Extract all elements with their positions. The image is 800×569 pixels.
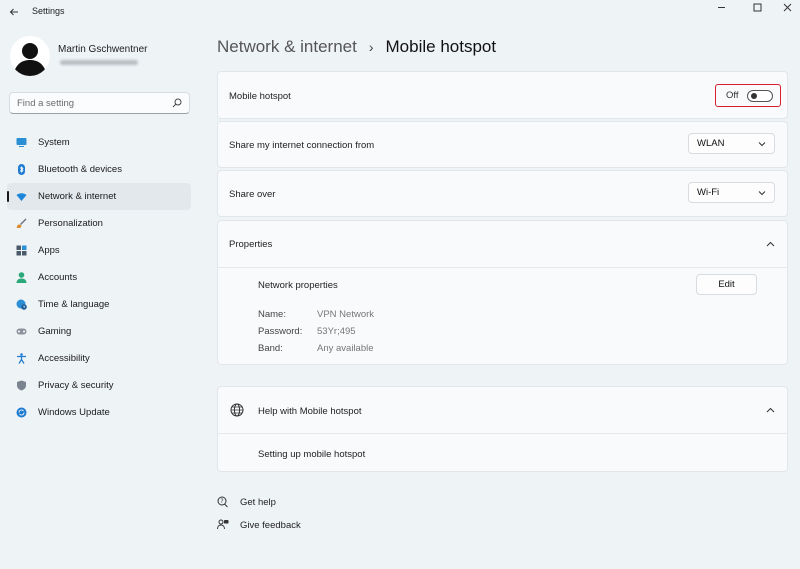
person-icon [16, 272, 27, 283]
network-properties-label: Network properties [258, 280, 338, 291]
hotspot-toggle-highlight[interactable]: Off [715, 84, 781, 107]
back-button[interactable] [6, 4, 22, 20]
close-icon [783, 3, 791, 11]
hotspot-toggle[interactable] [747, 90, 773, 102]
window-title: Settings [32, 6, 65, 16]
sidebar-item-system[interactable]: System [7, 129, 191, 156]
get-help-link[interactable]: ? Get help [217, 495, 276, 509]
svg-text:?: ? [220, 498, 223, 505]
sidebar-item-windows-update[interactable]: Windows Update [7, 399, 191, 426]
chevron-up-icon[interactable] [766, 240, 775, 249]
sidebar-item-privacy[interactable]: Privacy & security [7, 372, 191, 399]
properties-card: Properties Network properties Edit Name:… [217, 220, 788, 365]
sidebar-item-gaming[interactable]: Gaming [7, 318, 191, 345]
maximize-button[interactable] [740, 0, 774, 14]
help-title: Help with Mobile hotspot [258, 406, 362, 417]
close-button[interactable] [770, 0, 800, 14]
apps-icon [16, 245, 27, 256]
user-name: Martin Gschwentner [58, 44, 148, 55]
toggle-knob [751, 93, 757, 99]
share-over-card: Share over Wi-Fi [217, 170, 788, 217]
display-icon [16, 137, 27, 148]
sidebar-item-accessibility[interactable]: Accessibility [7, 345, 191, 372]
gamepad-icon [16, 326, 27, 337]
search-icon[interactable] [172, 98, 182, 108]
sidebar-item-label: Time & language [38, 299, 110, 310]
sidebar-item-label: Accessibility [38, 353, 90, 364]
maximize-icon [753, 3, 761, 11]
title-bar: Settings [0, 0, 800, 24]
properties-header[interactable]: Properties [218, 221, 787, 267]
search-placeholder: Find a setting [17, 97, 75, 109]
globe-clock-icon [16, 299, 27, 310]
minimize-button[interactable] [704, 0, 738, 14]
property-password-value: 53Yr;495 [317, 326, 356, 337]
sidebar-item-accounts[interactable]: Accounts [7, 264, 191, 291]
bluetooth-icon [16, 164, 27, 175]
property-name-value: VPN Network [317, 309, 375, 320]
shield-icon [16, 380, 27, 391]
sidebar-item-label: Gaming [38, 326, 72, 337]
sidebar-item-label: Accounts [38, 272, 78, 283]
chevron-up-icon[interactable] [766, 406, 775, 415]
hotspot-label: Mobile hotspot [229, 91, 291, 102]
minimize-icon [717, 6, 725, 8]
properties-title: Properties [229, 239, 273, 250]
help-header[interactable]: Help with Mobile hotspot [218, 387, 787, 433]
chevron-down-icon [758, 142, 766, 147]
user-silhouette-icon [10, 36, 50, 76]
breadcrumb-separator: › [368, 39, 374, 55]
arrow-left-icon [9, 8, 18, 16]
property-name-key: Name: [258, 309, 286, 320]
sidebar-item-apps[interactable]: Apps [7, 237, 191, 264]
accessibility-icon [16, 353, 27, 364]
user-email-blurred [60, 60, 138, 65]
give-feedback-link[interactable]: Give feedback [217, 518, 301, 532]
share-over-label: Share over [229, 189, 276, 200]
get-help-label: Get help [240, 496, 276, 508]
sidebar-item-label: Apps [38, 245, 60, 256]
chevron-down-icon [758, 191, 766, 196]
dropdown-value: WLAN [697, 138, 725, 149]
sidebar-item-label: System [38, 137, 70, 148]
share-from-label: Share my internet connection from [229, 140, 375, 151]
sidebar-item-label: Bluetooth & devices [38, 164, 122, 175]
sidebar-item-network[interactable]: Network & internet [7, 183, 191, 210]
sidebar-nav: System Bluetooth & devices Network & int… [7, 129, 191, 426]
share-over-dropdown[interactable]: Wi-Fi [688, 182, 775, 203]
give-feedback-label: Give feedback [240, 519, 301, 531]
update-icon [16, 407, 27, 418]
toggle-state-text: Off [726, 90, 739, 101]
wifi-icon [16, 191, 27, 202]
help-card: Help with Mobile hotspot Setting up mobi… [217, 386, 788, 472]
sidebar-item-label: Personalization [38, 218, 103, 229]
dropdown-value: Wi-Fi [697, 187, 720, 198]
divider [218, 433, 787, 434]
page-title: Mobile hotspot [385, 37, 497, 56]
sidebar-item-label: Windows Update [38, 407, 110, 418]
help-link[interactable]: Setting up mobile hotspot [258, 449, 365, 460]
share-from-dropdown[interactable]: WLAN [688, 133, 775, 154]
feedback-icon [217, 519, 229, 530]
sidebar-item-label: Network & internet [38, 191, 117, 202]
brush-icon [16, 218, 27, 229]
hotspot-card: Mobile hotspot Off [217, 71, 788, 119]
property-band-key: Band: [258, 343, 283, 354]
help-chat-icon: ? [217, 496, 228, 508]
share-from-card: Share my internet connection from WLAN [217, 121, 788, 168]
search-input[interactable]: Find a setting [9, 92, 190, 114]
property-password-key: Password: [258, 326, 303, 337]
sidebar-item-personalization[interactable]: Personalization [7, 210, 191, 237]
sidebar-item-time-language[interactable]: Time & language [7, 291, 191, 318]
edit-button[interactable]: Edit [696, 274, 757, 295]
divider [218, 267, 787, 268]
property-band-value: Any available [317, 343, 374, 354]
avatar[interactable] [10, 36, 50, 76]
breadcrumb: Network & internet › Mobile hotspot [217, 36, 496, 58]
globe-icon [230, 403, 244, 417]
sidebar-item-label: Privacy & security [38, 380, 114, 391]
sidebar-item-bluetooth[interactable]: Bluetooth & devices [7, 156, 191, 183]
breadcrumb-parent[interactable]: Network & internet [217, 37, 357, 57]
